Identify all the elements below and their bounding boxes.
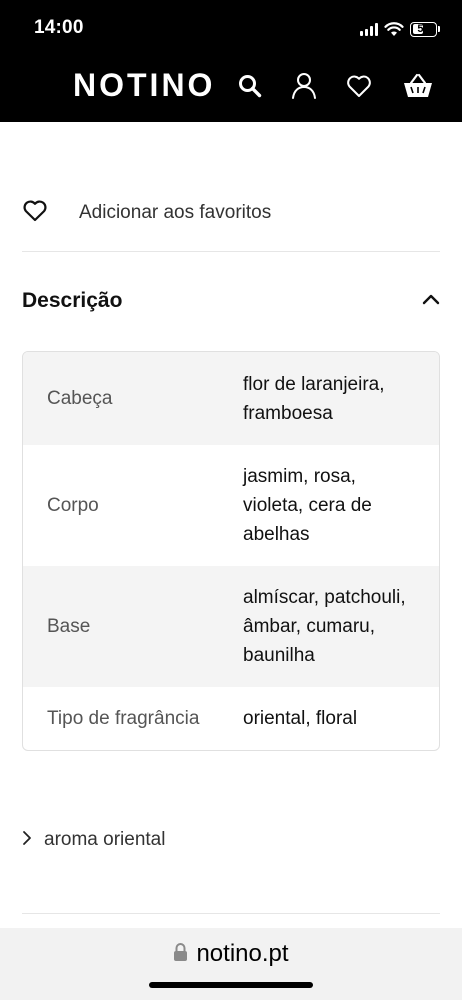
notino-logo[interactable]: NOTINO [73, 69, 215, 101]
url-display[interactable]: notino.pt [0, 940, 462, 968]
add-to-favorites-button[interactable]: Adicionar aos favoritos [22, 196, 440, 230]
heart-outline-icon [22, 199, 48, 228]
note-value: almíscar, patchouli, âmbar, cumaru, baun… [243, 587, 406, 666]
status-time: 14:00 [34, 17, 84, 38]
add-to-favorites-label: Adicionar aos favoritos [79, 202, 272, 223]
divider [22, 913, 440, 914]
table-row: Base almíscar, patchouli, âmbar, cumaru,… [23, 566, 439, 687]
description-toggle[interactable]: Descrição [22, 284, 440, 318]
search-icon[interactable] [236, 72, 264, 100]
note-value: oriental, floral [243, 708, 358, 729]
aroma-link-label: aroma oriental [44, 829, 166, 850]
home-indicator[interactable] [149, 982, 313, 988]
note-label: Base [47, 615, 91, 637]
note-value: flor de laranjeira, framboesa [243, 373, 385, 424]
cellular-signal-icon [360, 22, 378, 36]
divider [22, 251, 440, 252]
wifi-icon [384, 21, 404, 36]
aroma-oriental-link[interactable]: aroma oriental [22, 826, 165, 854]
note-label: Cabeça [47, 387, 113, 409]
chevron-right-icon [22, 830, 32, 851]
table-row: Cabeça flor de laranjeira, framboesa [23, 352, 439, 445]
browser-address-bar[interactable]: notino.pt [0, 928, 462, 1000]
status-icons: 50 [360, 20, 440, 38]
user-icon[interactable] [290, 72, 318, 100]
note-label: Tipo de fragrância [47, 707, 200, 729]
description-title: Descrição [22, 289, 123, 312]
chevron-up-icon [422, 292, 440, 310]
fragrance-notes-table: Cabeça flor de laranjeira, framboesa Cor… [22, 351, 440, 751]
lock-icon [173, 942, 188, 967]
heart-icon[interactable] [345, 72, 373, 100]
table-row: Tipo de fragrância oriental, floral [23, 687, 439, 750]
battery-cap [438, 26, 440, 32]
app-header: 14:00 50 NOTINO [0, 0, 462, 122]
basket-icon[interactable] [402, 72, 434, 100]
note-label: Corpo [47, 494, 99, 516]
battery-percentage: 50 [417, 23, 430, 35]
url-text: notino.pt [196, 940, 289, 967]
note-value: jasmim, rosa, violeta, cera de abelhas [243, 466, 372, 545]
table-row: Corpo jasmim, rosa, violeta, cera de abe… [23, 445, 439, 566]
battery-icon: 50 [410, 21, 437, 37]
